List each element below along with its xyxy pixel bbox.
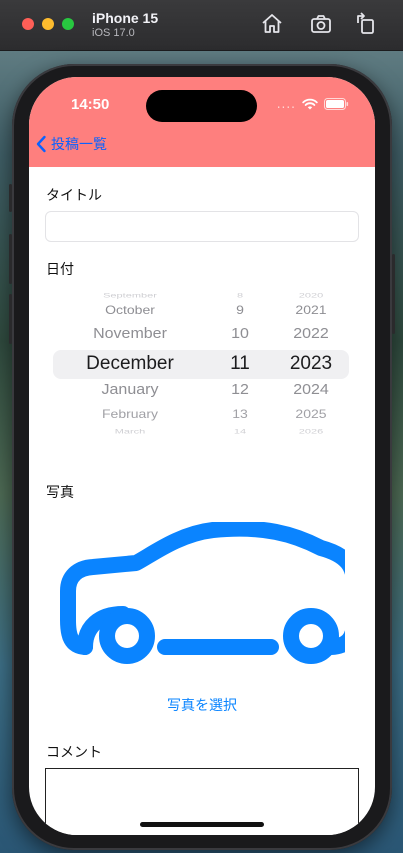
back-button-label: 投稿一覧 — [51, 136, 107, 152]
wifi-icon — [302, 98, 318, 110]
minimize-window-button[interactable] — [42, 18, 54, 30]
picker-month: February — [101, 406, 159, 421]
zoom-window-button[interactable] — [62, 18, 74, 30]
screenshot-icon[interactable] — [309, 12, 333, 36]
picker-month: September — [103, 292, 157, 299]
picker-year: 2026 — [298, 428, 324, 435]
back-button[interactable]: 投稿一覧 — [35, 134, 107, 154]
phone-screen: 14:50 .... 投稿一覧 タイトル 日付 September 8 2020… — [29, 77, 375, 835]
volume-up-button — [9, 234, 12, 284]
chevron-left-icon — [36, 135, 46, 153]
close-window-button[interactable] — [22, 18, 34, 30]
simulator-title-bar: iPhone 15 iOS 17.0 — [0, 0, 403, 51]
home-icon[interactable] — [260, 12, 284, 36]
picker-row[interactable]: February 13 2025 — [53, 407, 351, 427]
picker-month: March — [114, 428, 146, 435]
date-label: 日付 — [46, 262, 74, 278]
picker-day: 9 — [236, 302, 244, 317]
home-indicator[interactable] — [140, 822, 264, 827]
picker-day: 12 — [231, 381, 249, 398]
status-time: 14:50 — [71, 96, 110, 113]
picker-year: 2024 — [293, 381, 329, 398]
volume-down-button — [9, 294, 12, 344]
date-picker-wheel[interactable]: September 8 2020 October 9 2021 November 10 2022… — [53, 287, 351, 447]
picker-year: 2025 — [295, 406, 327, 421]
picker-day: 10 — [231, 325, 249, 342]
battery-icon — [324, 98, 349, 110]
picker-row[interactable]: November 10 2022 — [53, 326, 351, 349]
power-button — [392, 254, 395, 334]
status-icons: .... — [277, 96, 349, 112]
picker-day: 13 — [232, 406, 248, 421]
picker-year: 2022 — [293, 325, 329, 342]
picker-day: 14 — [233, 428, 247, 435]
picker-year: 2023 — [289, 353, 333, 374]
picker-row[interactable]: January 12 2024 — [53, 382, 351, 405]
car-icon — [57, 520, 362, 667]
navigation-bar: 14:50 .... 投稿一覧 — [29, 77, 375, 167]
picker-month: December — [86, 353, 174, 374]
picker-year: 2020 — [298, 292, 324, 299]
picker-month: November — [93, 325, 167, 342]
title-label: タイトル — [46, 188, 102, 204]
picker-month: January — [101, 381, 159, 398]
comment-label: コメント — [46, 745, 102, 761]
signal-dots: .... — [276, 97, 296, 111]
title-input[interactable] — [45, 211, 359, 242]
picker-day: 11 — [230, 353, 250, 374]
select-photo-button[interactable]: 写真を選択 — [29, 695, 375, 715]
rotate-icon[interactable] — [354, 12, 378, 36]
simulator-device-name: iPhone 15 — [92, 10, 159, 26]
dynamic-island — [146, 90, 257, 122]
simulator-os-version: iOS 17.0 — [92, 27, 135, 39]
picker-row[interactable]: October 9 2021 — [53, 303, 351, 323]
action-button — [9, 184, 12, 212]
picker-row[interactable]: December 11 2023 — [53, 353, 351, 377]
photo-label: 写真 — [46, 485, 74, 501]
iphone-frame: 14:50 .... 投稿一覧 タイトル 日付 September 8 2020… — [9, 64, 395, 850]
picker-day: 8 — [236, 292, 244, 299]
picker-year: 2021 — [295, 302, 327, 317]
picker-month: October — [105, 302, 155, 317]
picker-row[interactable]: March 14 2026 — [53, 428, 351, 441]
